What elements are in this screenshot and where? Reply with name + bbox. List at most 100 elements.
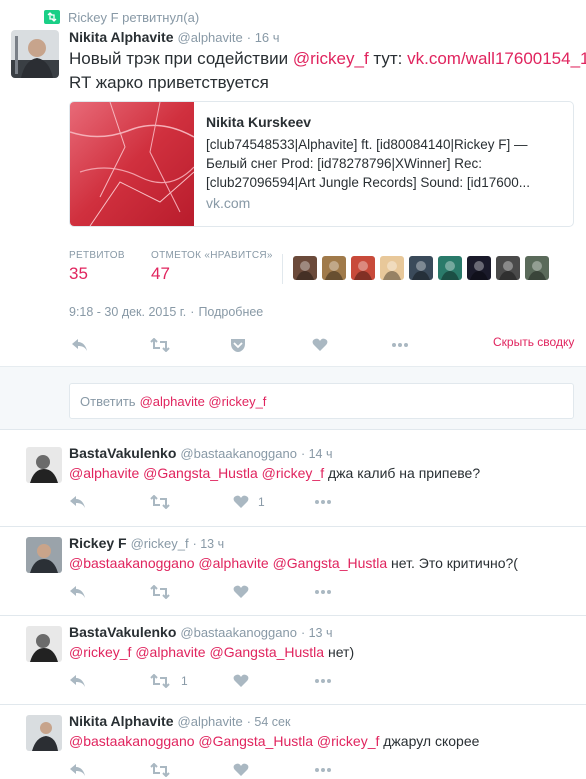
liker-avatar[interactable] — [438, 256, 462, 280]
reply-author-name[interactable]: Nikita Alphavite — [69, 713, 174, 729]
more-icon[interactable] — [313, 761, 333, 779]
reply-body: джа калиб на припеве? — [324, 465, 481, 481]
reply-time[interactable]: · 54 сек — [247, 715, 291, 729]
retweet-action-icon[interactable] — [150, 493, 170, 511]
likes-count: 47 — [151, 264, 170, 283]
reply-author-name[interactable]: BastaVakulenko — [69, 624, 176, 640]
card-domain: vk.com — [206, 195, 251, 211]
reply-text: @bastaakanoggano @alphavite @Gangsta_Hus… — [69, 555, 518, 571]
card-description: [club74548533|Alphavite] ft. [id80084140… — [206, 137, 530, 190]
reply-body: нет) — [324, 644, 355, 660]
reply-time[interactable]: · 14 ч — [301, 447, 333, 461]
url-link[interactable]: vk.com/wall17600154_1... — [407, 49, 586, 68]
like-icon[interactable] — [231, 672, 251, 690]
more-icon[interactable] — [313, 672, 333, 690]
like-count: 1 — [258, 495, 265, 509]
reply-prefix: Ответить — [80, 393, 136, 409]
reply-time[interactable]: · 13 ч — [301, 626, 333, 640]
divider — [0, 704, 586, 705]
retweet-count: 1 — [181, 674, 188, 688]
liker-avatar[interactable] — [322, 256, 346, 280]
reply-header: Rickey F @rickey_f · 13 ч — [69, 535, 224, 551]
liker-avatar[interactable] — [496, 256, 520, 280]
retweets-count: 35 — [69, 264, 88, 283]
card-title: Nikita Kurskeev — [206, 114, 312, 130]
retweet-icon — [44, 10, 60, 24]
retweet-action-icon[interactable] — [150, 336, 170, 354]
retweet-action-icon[interactable] — [150, 761, 170, 779]
liker-avatar[interactable] — [380, 256, 404, 280]
separator-dot: · — [190, 305, 195, 319]
liker-avatar[interactable] — [293, 256, 317, 280]
tweet-header: Nikita Alphavite @alphavite · 16 ч — [69, 29, 280, 47]
liker-avatar[interactable] — [351, 256, 375, 280]
reply-header: BastaVakulenko @bastaakanoggano · 13 ч — [69, 624, 333, 640]
reply-header: Nikita Alphavite @alphavite · 54 сек — [69, 713, 290, 729]
reply-author-name[interactable]: BastaVakulenko — [69, 445, 176, 461]
avatar[interactable] — [26, 626, 62, 662]
reply-text: @rickey_f @alphavite @Gangsta_Hustla нет… — [69, 644, 354, 660]
retweets-stat[interactable]: РЕТВИТОВ 35 — [69, 250, 125, 284]
retweets-label: РЕТВИТОВ — [69, 250, 125, 261]
reply-body: нет. Это критично?( — [387, 555, 518, 571]
author-name[interactable]: Nikita Alphavite — [69, 29, 174, 45]
divider — [0, 526, 586, 527]
reply-icon[interactable] — [68, 583, 88, 601]
avatar[interactable] — [11, 30, 59, 78]
like-icon[interactable] — [231, 493, 251, 511]
reply-text: @bastaakanoggano @Gangsta_Hustla @rickey… — [69, 733, 479, 749]
link-card[interactable]: Nikita Kurskeev [club74548533|Alphavite]… — [69, 101, 574, 227]
reply-author-handle[interactable]: @rickey_f — [131, 536, 189, 551]
tweet-text-line2: RT жарко приветствуется — [69, 73, 269, 92]
card-image — [70, 102, 195, 226]
reply-time[interactable]: · 13 ч — [193, 537, 225, 551]
reply-header: BastaVakulenko @bastaakanoggano · 14 ч — [69, 445, 333, 461]
reply-icon[interactable] — [68, 761, 88, 779]
like-icon[interactable] — [231, 761, 251, 779]
like-icon[interactable] — [231, 583, 251, 601]
tweet-text: Новый трэк при содействии @rickey_f тут:… — [69, 47, 586, 71]
details-link[interactable]: Подробнее — [198, 305, 263, 319]
reply-icon[interactable] — [68, 672, 88, 690]
likes-label: ОТМЕТОК «НРАВИТСЯ» — [151, 250, 273, 261]
reply-author-handle[interactable]: @bastaakanoggano — [180, 446, 297, 461]
more-icon[interactable] — [313, 493, 333, 511]
reply-input[interactable]: Ответить @alphavite @rickey_f — [69, 383, 574, 419]
like-icon[interactable] — [310, 336, 330, 354]
reply-body: джарул скорее — [379, 733, 480, 749]
avatar[interactable] — [26, 447, 62, 483]
reply-mentions[interactable]: @rickey_f @alphavite @Gangsta_Hustla — [69, 644, 324, 660]
reply-author-handle[interactable]: @alphavite — [178, 714, 243, 729]
retweet-action-icon[interactable] — [150, 583, 170, 601]
divider — [0, 615, 586, 616]
reply-author-handle[interactable]: @bastaakanoggano — [180, 625, 297, 640]
reply-mentions[interactable]: @bastaakanoggano @Gangsta_Hustla @rickey… — [69, 733, 379, 749]
tweet-timestamp: 9:18 - 30 дек. 2015 г. — [69, 305, 187, 319]
avatar[interactable] — [26, 715, 62, 751]
stats-separator — [282, 254, 283, 284]
reply-mentions[interactable]: @alphavite @Gangsta_Hustla @rickey_f — [69, 465, 324, 481]
pocket-icon[interactable] — [228, 336, 248, 354]
likes-stat[interactable]: ОТМЕТОК «НРАВИТСЯ» 47 — [151, 250, 273, 284]
retweet-context: Rickey F ретвитнул(а) — [44, 8, 199, 26]
liker-avatar[interactable] — [409, 256, 433, 280]
reply-icon[interactable] — [68, 493, 88, 511]
avatar[interactable] — [26, 537, 62, 573]
reply-mentions[interactable]: @bastaakanoggano @alphavite @Gangsta_Hus… — [69, 555, 387, 571]
divider — [0, 429, 586, 430]
mention-link[interactable]: @rickey_f — [293, 49, 369, 68]
liker-avatar[interactable] — [467, 256, 491, 280]
reply-mentions: @alphavite @rickey_f — [139, 393, 267, 409]
liker-avatar[interactable] — [525, 256, 549, 280]
author-handle[interactable]: @alphavite — [178, 30, 243, 45]
reply-text: @alphavite @Gangsta_Hustla @rickey_f джа… — [69, 465, 480, 481]
more-icon[interactable] — [390, 336, 410, 354]
tweet-time[interactable]: · 16 ч — [247, 30, 280, 45]
retweet-action-icon[interactable] — [150, 672, 170, 690]
more-icon[interactable] — [313, 583, 333, 601]
reply-author-name[interactable]: Rickey F — [69, 535, 127, 551]
reply-icon[interactable] — [70, 336, 90, 354]
retweet-context-text[interactable]: Rickey F ретвитнул(а) — [68, 10, 199, 25]
tweet-timestamp-row: 9:18 - 30 дек. 2015 г. · Подробнее — [69, 305, 263, 319]
hide-summary-link[interactable]: Скрыть сводку — [493, 335, 574, 349]
